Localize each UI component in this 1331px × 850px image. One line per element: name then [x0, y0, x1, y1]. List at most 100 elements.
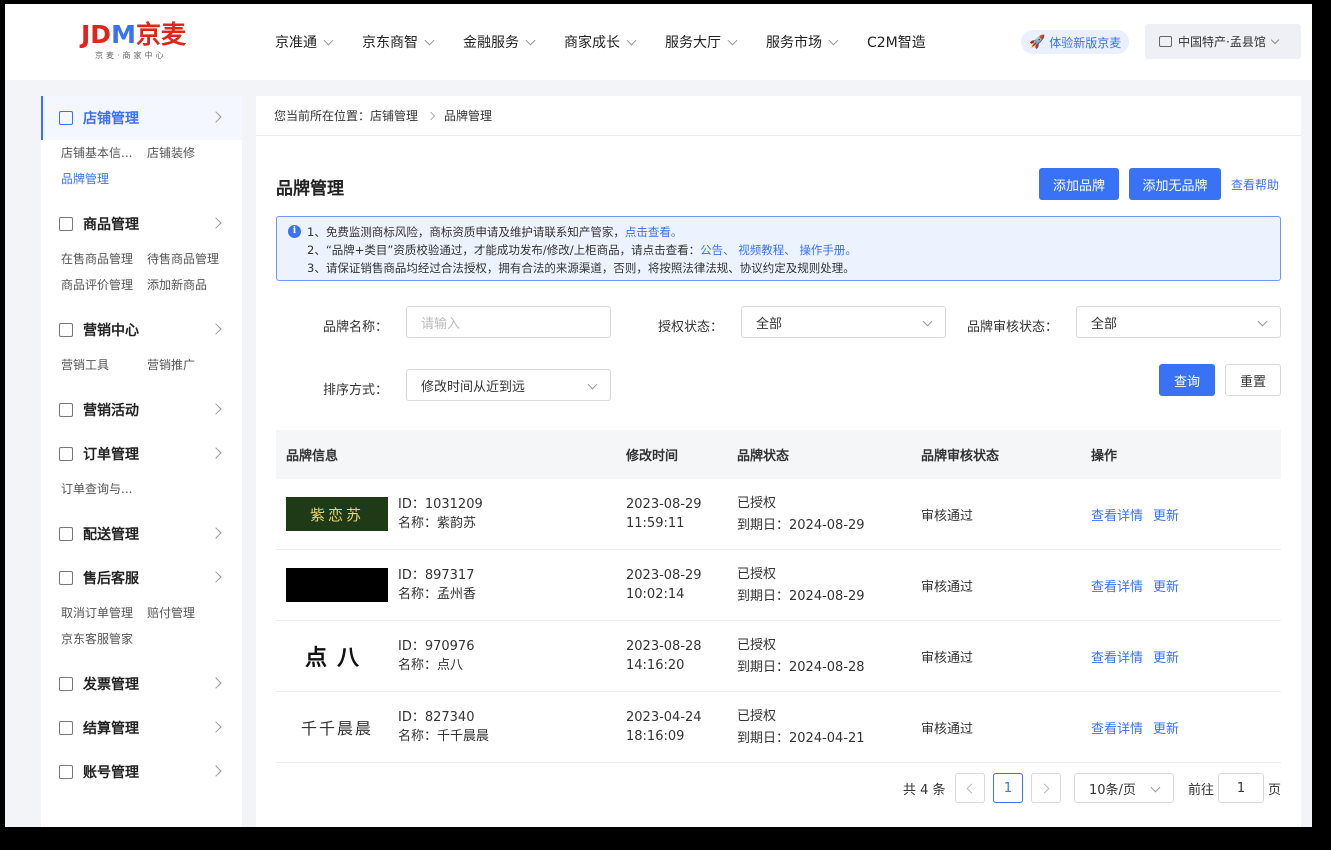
- goto-page-input[interactable]: 1: [1218, 773, 1264, 803]
- sidebar-item-label: 商品管理: [83, 217, 139, 233]
- sidebar-subitem[interactable]: 品牌管理: [61, 166, 147, 192]
- sidebar-item-3[interactable]: 营销活动: [41, 388, 242, 432]
- modify-time: 11:59:11: [626, 516, 685, 531]
- chevron-down-icon: [1270, 35, 1280, 44]
- review-status-select[interactable]: 全部: [1076, 306, 1281, 338]
- nav-item-4[interactable]: 服务大厅: [665, 32, 738, 52]
- sidebar-item-6[interactable]: 售后客服: [41, 556, 242, 600]
- chevron-right-icon: [210, 527, 222, 539]
- chevron-left-icon: [966, 783, 977, 793]
- breadcrumb-store-management[interactable]: 店铺管理: [370, 107, 418, 124]
- operations-cell: 查看详情 更新: [1091, 718, 1281, 737]
- sidebar-subitem[interactable]: 赔付管理: [147, 600, 233, 626]
- sidebar-item-5[interactable]: 配送管理: [41, 512, 242, 556]
- jdm-logo[interactable]: JDM京麦 京麦·商家中心: [81, 20, 211, 66]
- header-brand-info: 品牌信息: [286, 449, 339, 464]
- page-title: 品牌管理: [276, 179, 344, 199]
- modify-date: 2023-08-28: [626, 639, 702, 654]
- sidebar-subitem[interactable]: 待售商品管理: [147, 246, 233, 272]
- user-icon: [59, 765, 73, 779]
- prev-page-button[interactable]: [955, 773, 985, 803]
- view-detail-link[interactable]: 查看详情: [1091, 651, 1143, 666]
- reset-button[interactable]: 重置: [1225, 364, 1281, 396]
- sidebar-item-label: 店铺管理: [83, 111, 139, 127]
- headset-icon: [59, 571, 73, 585]
- sidebar-subitem[interactable]: 营销推广: [147, 352, 233, 378]
- auth-status: 已授权: [737, 708, 777, 724]
- expire-date: 到期日：2024-04-21: [737, 730, 865, 746]
- nav-item-1[interactable]: 京东商智: [362, 32, 435, 52]
- brand-name-input[interactable]: 请输入: [406, 306, 611, 338]
- sidebar-subitem[interactable]: 取消订单管理: [61, 600, 147, 626]
- chevron-down-icon: [626, 35, 637, 45]
- chevron-down-icon: [828, 35, 839, 45]
- nav-item-0[interactable]: 京准通: [275, 32, 334, 52]
- help-link[interactable]: 查看帮助: [1231, 176, 1279, 193]
- update-link[interactable]: 更新: [1153, 509, 1179, 524]
- view-detail-link[interactable]: 查看详情: [1091, 509, 1143, 524]
- sidebar-item-label: 配送管理: [83, 527, 139, 543]
- brand-id: ID：897317: [398, 568, 475, 583]
- nav-item-3[interactable]: 商家成长: [564, 32, 637, 52]
- sidebar-subitem[interactable]: 京东客服管家: [61, 626, 147, 652]
- sidebar-item-1[interactable]: 商品管理: [41, 202, 242, 246]
- main-content: 您当前所在位置： 店铺管理 品牌管理 品牌管理 添加品牌 添加无品牌 查看帮助 …: [256, 96, 1301, 827]
- sort-select[interactable]: 修改时间从近到远: [406, 369, 611, 401]
- nav-item-6[interactable]: C2M智造: [867, 32, 926, 52]
- chevron-down-icon: [922, 316, 933, 327]
- view-detail-link[interactable]: 查看详情: [1091, 580, 1143, 595]
- chevron-right-icon: [1039, 783, 1050, 793]
- calculator-icon: [59, 721, 73, 735]
- sidebar-item-0[interactable]: 店铺管理: [41, 96, 242, 140]
- sidebar-group-0: 店铺管理店铺基本信... 店铺装修 品牌管理: [41, 96, 242, 202]
- chevron-right-icon: [210, 403, 222, 415]
- operations-cell: 查看详情 更新: [1091, 647, 1281, 666]
- sidebar-subitem[interactable]: 添加新商品: [147, 272, 233, 298]
- sidebar-item-8[interactable]: 结算管理: [41, 706, 242, 750]
- page-size-select[interactable]: 10条/页: [1074, 773, 1174, 803]
- modify-time: 10:02:14: [626, 587, 685, 602]
- review-status-label: 品牌审核状态：: [966, 320, 1058, 335]
- add-brand-button[interactable]: 添加品牌: [1039, 168, 1119, 200]
- shop-selector[interactable]: 中国特产·孟县馆: [1145, 24, 1301, 59]
- modify-date: 2023-04-24: [626, 710, 702, 725]
- nav-item-5[interactable]: 服务市场: [766, 32, 839, 52]
- nav-item-2[interactable]: 金融服务: [463, 32, 536, 52]
- rocket-icon: 🚀: [1029, 34, 1046, 50]
- sidebar-item-7[interactable]: 发票管理: [41, 662, 242, 706]
- auth-status-select[interactable]: 全部: [741, 306, 946, 338]
- brand-logo: 紫恋苏: [286, 497, 388, 531]
- notice-announcement-link[interactable]: 公告、: [700, 243, 735, 257]
- sidebar-subitem[interactable]: 在售商品管理: [61, 246, 147, 272]
- next-page-button[interactable]: [1031, 773, 1061, 803]
- auth-status: 已授权: [737, 566, 777, 582]
- chevron-right-icon: [210, 217, 222, 229]
- app-window: JDM京麦 京麦·商家中心 京准通 京东商智 金融服务 商家成长 服务大厅 服务市场 C2M…: [5, 4, 1312, 827]
- sidebar-item-label: 营销活动: [83, 403, 139, 419]
- modify-time: 18:16:09: [626, 729, 685, 744]
- sidebar-item-2[interactable]: 营销中心: [41, 308, 242, 352]
- notice-manual-link[interactable]: 操作手册。: [799, 243, 857, 257]
- query-button[interactable]: 查询: [1159, 364, 1215, 396]
- sidebar-subitem[interactable]: 营销工具: [61, 352, 147, 378]
- chevron-right-icon: [210, 447, 222, 459]
- chevron-down-icon: [323, 35, 334, 45]
- update-link[interactable]: 更新: [1153, 580, 1179, 595]
- update-link[interactable]: 更新: [1153, 722, 1179, 737]
- add-no-brand-button[interactable]: 添加无品牌: [1129, 168, 1221, 200]
- sidebar-item-4[interactable]: 订单管理: [41, 432, 242, 476]
- sidebar-item-9[interactable]: 账号管理: [41, 750, 242, 794]
- sidebar-subitem[interactable]: 订单查询与...: [61, 476, 147, 502]
- try-new-version-button[interactable]: 🚀 体验新版京麦: [1021, 30, 1130, 54]
- modify-time-cell: 2023-08-28 14:16:20: [626, 637, 737, 675]
- notice-view-link[interactable]: 点击查看。: [625, 225, 683, 239]
- page-1-button[interactable]: 1: [993, 773, 1023, 803]
- goto-suffix: 页: [1268, 782, 1282, 798]
- update-link[interactable]: 更新: [1153, 651, 1179, 666]
- sidebar-subitem[interactable]: 店铺装修: [147, 140, 233, 166]
- sidebar-subitem[interactable]: 店铺基本信...: [61, 140, 147, 166]
- sidebar-subitem[interactable]: 商品评价管理: [61, 272, 147, 298]
- chevron-right-icon: [210, 111, 222, 123]
- notice-video-link[interactable]: 视频教程、: [738, 243, 796, 257]
- view-detail-link[interactable]: 查看详情: [1091, 722, 1143, 737]
